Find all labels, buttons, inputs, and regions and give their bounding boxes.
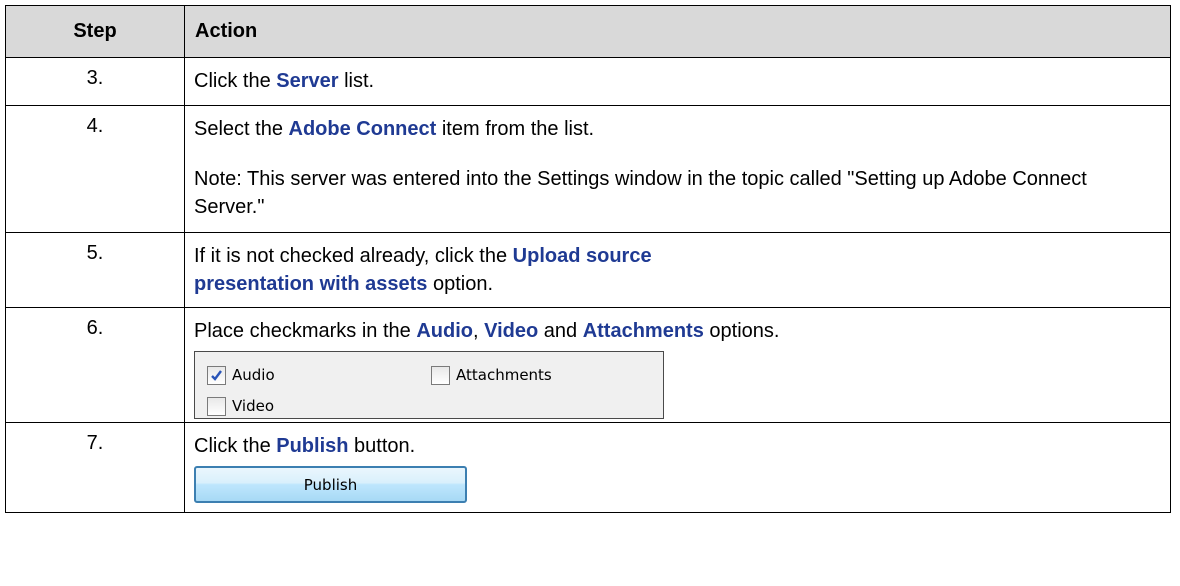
action-text-part: and [538, 320, 583, 342]
checkbox-label: Attachments [456, 366, 552, 384]
attachments-checkbox[interactable]: Attachments [431, 361, 552, 389]
highlighted-term: Attachments [582, 320, 704, 342]
step-number: 4. [5, 105, 185, 233]
table-row: 4. Select the Adobe Connect item from th… [5, 105, 1171, 233]
highlighted-term: Adobe Connect [288, 118, 437, 140]
step-number: 6. [5, 307, 185, 423]
action-text-part: item from the list. [436, 118, 595, 140]
action-text-part: Click the [194, 435, 277, 457]
highlighted-term: Server [276, 70, 339, 92]
table-header-row: Step Action [5, 5, 1171, 58]
highlighted-term: Video [484, 320, 539, 342]
audio-checkbox[interactable]: Audio [207, 361, 275, 389]
checkbox-box [431, 365, 450, 385]
action-text: Place checkmarks in the Audio, Video and… [184, 307, 1171, 423]
table-row: 3. Click the Server list. [5, 57, 1171, 106]
action-text-part: Click the [194, 70, 277, 92]
highlighted-term: Publish [276, 435, 349, 457]
action-text-part: option. [427, 273, 494, 295]
action-text: Click the Server list. [184, 57, 1171, 106]
action-text-part: list. [338, 70, 375, 92]
checkbox-label: Video [232, 397, 275, 415]
action-text: If it is not checked already, click the … [184, 232, 1171, 308]
highlighted-term: Audio [416, 320, 473, 342]
publish-button[interactable]: Publish [194, 466, 467, 503]
action-text-part: , [472, 320, 485, 342]
note-text: Note: This server was entered into the S… [194, 168, 1087, 218]
table-row: 7. Click the Publish button. Publish [5, 422, 1171, 513]
action-text: Select the Adobe Connect item from the l… [184, 105, 1171, 233]
action-text-part: button. [348, 435, 416, 457]
video-checkbox[interactable]: Video [207, 392, 274, 420]
action-text-part: If it is not checked already, click the [194, 245, 513, 267]
checkbox-panel-screenshot: Audio Attachments Video [194, 351, 664, 419]
step-number: 5. [5, 232, 185, 308]
action-line: Place checkmarks in the Audio, Video and… [194, 317, 1161, 345]
checkmark-icon [211, 369, 222, 381]
action-text-part: Place checkmarks in the [194, 320, 417, 342]
action-column-header: Action [184, 5, 1171, 58]
step-column-header: Step [5, 5, 185, 58]
step-number: 7. [5, 422, 185, 513]
table-row: 6. Place checkmarks in the Audio, Video … [5, 307, 1171, 423]
action-text: Click the Publish button. Publish [184, 422, 1171, 513]
step-number: 3. [5, 57, 185, 106]
action-line: Select the Adobe Connect item from the l… [194, 115, 1161, 143]
table-row: 5. If it is not checked already, click t… [5, 232, 1171, 308]
checkbox-label: Audio [232, 366, 275, 384]
instructions-table: Step Action 3. Click the Server list. 4.… [5, 5, 1171, 513]
action-line: Click the Publish button. [194, 432, 1161, 460]
checkbox-box [207, 365, 226, 385]
checkbox-box [207, 396, 226, 416]
action-text-part: Select the [194, 118, 289, 140]
action-text-part: options. [703, 320, 780, 342]
